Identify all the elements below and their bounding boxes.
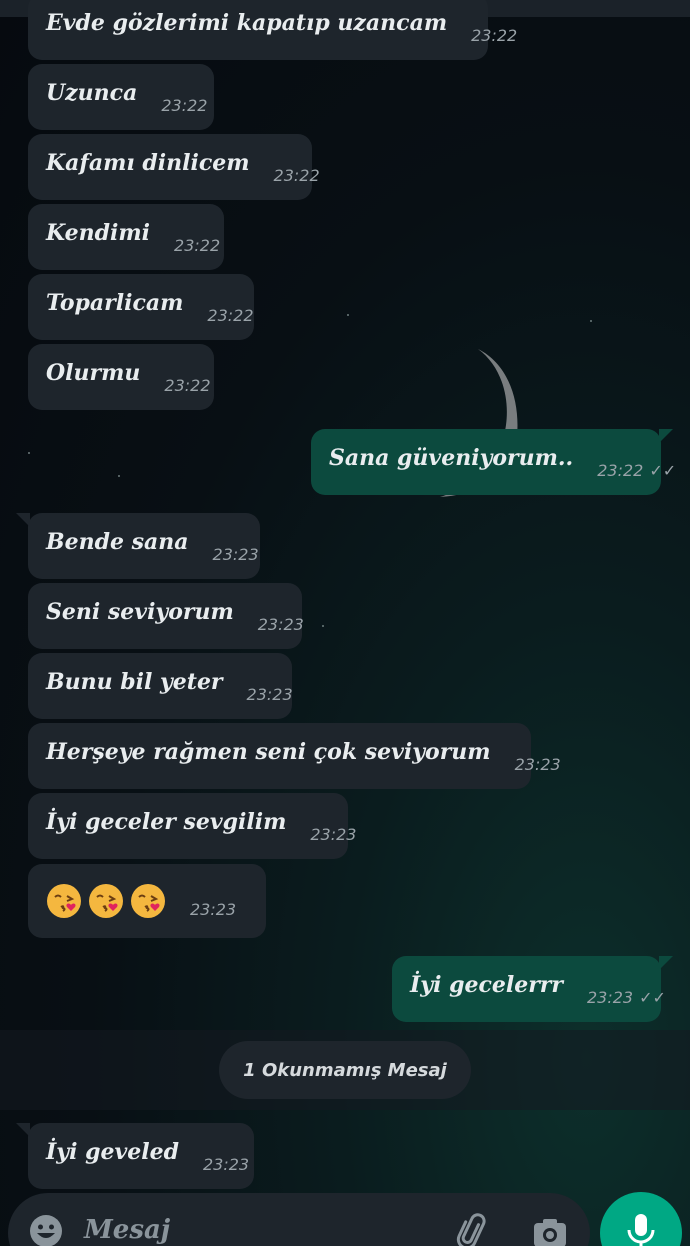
message-time: 23:23 <box>310 824 357 844</box>
star <box>118 475 120 477</box>
message-time: 23:23 <box>203 1154 250 1174</box>
chat-area[interactable]: Evde gözlerimi kapatıp uzancam 23:22 Uzu… <box>0 0 690 1246</box>
message-incoming[interactable]: Bende sana 23:23 <box>16 513 260 579</box>
message-time: 23:22 <box>207 305 254 325</box>
message-incoming[interactable]: Bunu bil yeter 23:23 <box>28 653 293 719</box>
star <box>347 314 349 316</box>
message-incoming[interactable]: Uzunca 23:22 <box>28 64 214 130</box>
unread-messages-divider: 1 Okunmamış Mesaj <box>219 1041 471 1099</box>
message-text: Toparlicam <box>46 290 184 316</box>
message-outgoing[interactable]: Sana güveniyorum.. 23:22 ✓✓ <box>311 429 676 495</box>
message-text: Sana güveniyorum.. <box>329 445 574 471</box>
message-time: 23:22 <box>161 95 208 115</box>
camera-icon[interactable] <box>530 1213 570 1246</box>
message-incoming[interactable]: Kendimi 23:22 <box>28 204 224 270</box>
message-text: Bunu bil yeter <box>46 669 223 695</box>
message-text: Herşeye rağmen seni çok seviyorum <box>46 739 491 765</box>
message-text: Bende sana <box>46 529 189 555</box>
message-incoming[interactable]: Evde gözlerimi kapatıp uzancam 23:22 <box>28 0 517 60</box>
message-incoming[interactable]: İyi geveled 23:23 <box>16 1123 254 1189</box>
message-time: 23:22 <box>471 25 518 45</box>
star <box>322 625 324 627</box>
emoji-icon[interactable] <box>28 1213 64 1246</box>
message-time: 23:23 <box>587 987 634 1007</box>
star <box>28 452 30 454</box>
message-text: İyi gecelerrr <box>410 972 563 998</box>
message-text: İyi geveled <box>46 1139 179 1165</box>
message-text: Olurmu <box>46 360 141 386</box>
message-input[interactable]: Mesaj <box>84 1215 170 1245</box>
message-incoming[interactable]: Kafamı dinlicem 23:22 <box>28 134 320 200</box>
message-time: 23:23 <box>190 899 237 919</box>
message-time: 23:23 <box>212 544 259 564</box>
star <box>590 320 592 322</box>
message-time: 23:22 <box>273 165 320 185</box>
message-time: 23:22 <box>174 235 221 255</box>
read-ticks-icon: ✓✓ <box>649 460 677 480</box>
attach-icon[interactable] <box>453 1213 493 1246</box>
message-text: Kendimi <box>46 220 151 246</box>
message-incoming-emoji[interactable]: 23:23 <box>28 864 266 938</box>
message-composer[interactable]: Mesaj <box>8 1193 590 1246</box>
message-incoming[interactable]: Olurmu 23:22 <box>28 344 214 410</box>
kissing-face-with-heart-icon <box>89 884 123 918</box>
message-outgoing[interactable]: İyi gecelerrr 23:23 ✓✓ <box>392 956 673 1022</box>
message-time: 23:23 <box>246 684 293 704</box>
read-ticks-icon: ✓✓ <box>639 987 666 1007</box>
kissing-face-with-heart-icon <box>131 884 165 918</box>
message-text: İyi geceler sevgilim <box>46 809 287 835</box>
message-incoming[interactable]: Herşeye rağmen seni çok seviyorum 23:23 <box>28 723 561 789</box>
message-incoming[interactable]: Seni seviyorum 23:23 <box>28 583 304 649</box>
message-text: Kafamı dinlicem <box>46 150 250 176</box>
message-time: 23:23 <box>514 754 561 774</box>
message-time: 23:23 <box>257 614 304 634</box>
message-time: 23:22 <box>164 375 211 395</box>
message-incoming[interactable]: Toparlicam 23:22 <box>28 274 254 340</box>
message-incoming[interactable]: İyi geceler sevgilim 23:23 <box>28 793 356 859</box>
message-text: Uzunca <box>46 80 138 106</box>
microphone-icon <box>627 1214 655 1246</box>
message-text: Evde gözlerimi kapatıp uzancam <box>46 10 448 36</box>
kissing-face-with-heart-icon <box>47 884 81 918</box>
message-text: Seni seviyorum <box>46 599 234 625</box>
message-time: 23:22 <box>597 460 644 480</box>
